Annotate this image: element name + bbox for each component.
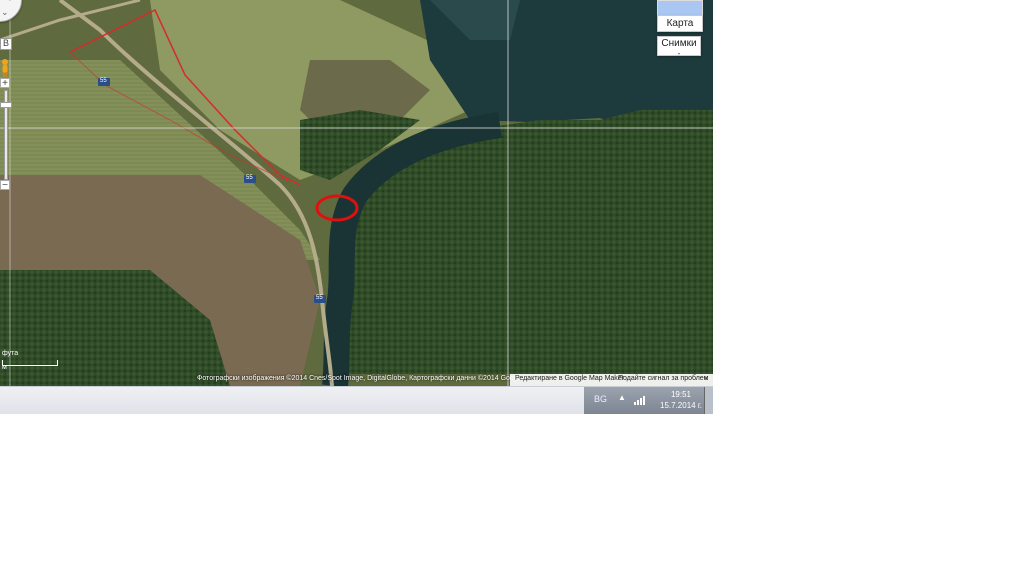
pan-right-icon[interactable]: › — [9, 0, 12, 3]
zoom-in-button[interactable]: + — [0, 78, 10, 89]
map-type-preview[interactable] — [657, 0, 703, 15]
scale-unit: м — [2, 364, 7, 371]
map-type-control: Карта Снимки - — [657, 0, 703, 58]
road-shield-label: 55 — [246, 175, 253, 181]
road-shield-label: 55 — [100, 78, 107, 84]
network-signal-icon[interactable] — [634, 395, 646, 405]
report-problem-link[interactable]: Подайте сигнал за проблем — [618, 375, 708, 382]
satellite-imagery[interactable] — [0, 0, 713, 386]
clock-date[interactable]: 15.7.2014 г. — [654, 401, 708, 410]
show-desktop-button[interactable] — [704, 387, 713, 414]
collapse-icon[interactable]: « — [704, 375, 708, 382]
taskbar: BG ▲ 19:51 15.7.2014 г. — [0, 386, 713, 414]
satellite-map[interactable]: 55 55 55 › ⌄ В + − Карта Снимки - фута м — [0, 0, 713, 386]
language-indicator[interactable]: BG — [594, 394, 607, 404]
scale-line — [2, 360, 58, 366]
street-view-toggle[interactable]: В — [0, 38, 12, 50]
zoom-out-button[interactable]: − — [0, 180, 10, 191]
scale-label: фута — [2, 350, 19, 357]
map-type-button[interactable]: Карта — [657, 15, 703, 32]
clock-time[interactable]: 19:51 — [658, 390, 704, 399]
attribution-links: Редактиране в Google Map Maker Подайте с… — [510, 374, 713, 386]
attribution-bar: Фотографски изображения ©2014 Cnes/Spot … — [0, 374, 713, 386]
pan-down-icon[interactable]: ⌄ — [1, 7, 9, 18]
satellite-type-label: Снимки — [661, 38, 697, 49]
edit-in-map-maker-link[interactable]: Редактиране в Google Map Maker — [515, 375, 624, 382]
road-shield-label: 55 — [316, 295, 323, 301]
show-hidden-icons-icon[interactable]: ▲ — [618, 393, 626, 402]
scale-bar: фута м — [0, 348, 58, 374]
pegman-icon[interactable] — [0, 58, 10, 78]
zoom-control[interactable]: + − — [0, 78, 12, 198]
imagery-attribution: Фотографски изображения ©2014 Cnes/Spot … — [197, 375, 524, 382]
chevron-down-icon[interactable]: - — [678, 49, 681, 58]
zoom-slider-thumb[interactable] — [0, 102, 12, 108]
satellite-type-button[interactable]: Снимки - — [657, 36, 701, 58]
system-tray: BG ▲ 19:51 15.7.2014 г. — [584, 387, 713, 414]
